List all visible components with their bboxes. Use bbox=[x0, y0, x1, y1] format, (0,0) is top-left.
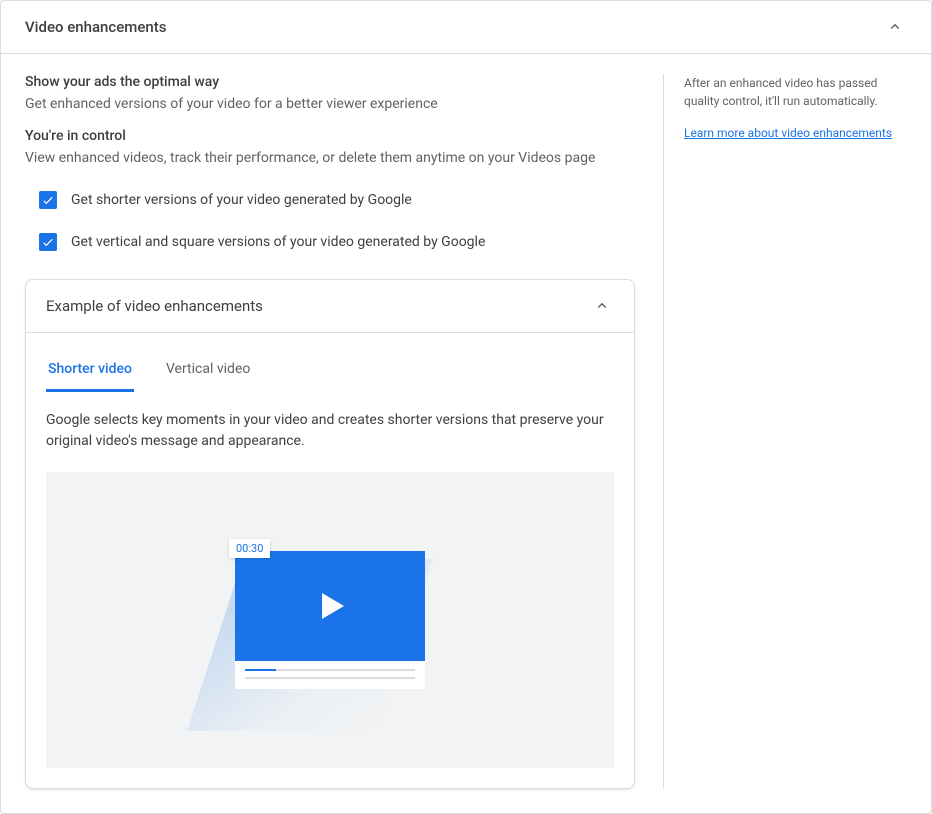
checkbox-row-vertical: Get vertical and square versions of your… bbox=[39, 233, 643, 251]
intro-block-optimal: Show your ads the optimal way Get enhanc… bbox=[25, 74, 643, 114]
intro-block-control: You're in control View enhanced videos, … bbox=[25, 128, 643, 168]
example-card: Example of video enhancements Shorter vi… bbox=[25, 279, 635, 789]
video-timestamp: 00:30 bbox=[229, 539, 270, 558]
video-thumbnail bbox=[235, 551, 425, 661]
checkbox-label-shorter: Get shorter versions of your video gener… bbox=[71, 192, 412, 208]
side-text: After an enhanced video has passed quali… bbox=[684, 74, 907, 110]
example-body: Google selects key moments in your video… bbox=[26, 392, 634, 788]
progress-fill bbox=[245, 669, 276, 671]
main-column: Show your ads the optimal way Get enhanc… bbox=[25, 74, 643, 789]
intro-desc-optimal: Get enhanced versions of your video for … bbox=[25, 94, 643, 114]
example-header: Example of video enhancements bbox=[26, 280, 634, 333]
example-title: Example of video enhancements bbox=[46, 297, 263, 315]
collapse-icon[interactable] bbox=[883, 15, 907, 39]
card-header: Video enhancements bbox=[1, 1, 931, 54]
checkbox-row-shorter: Get shorter versions of your video gener… bbox=[39, 191, 643, 209]
checkbox-vertical[interactable] bbox=[39, 233, 57, 251]
video-enhancements-card: Video enhancements Show your ads the opt… bbox=[0, 0, 932, 814]
example-tabs: Shorter video Vertical video bbox=[26, 349, 634, 392]
card-title: Video enhancements bbox=[25, 18, 166, 36]
example-collapse-icon[interactable] bbox=[590, 294, 614, 318]
play-icon bbox=[322, 593, 344, 619]
learn-more-link[interactable]: Learn more about video enhancements bbox=[684, 124, 892, 142]
checkbox-label-vertical: Get vertical and square versions of your… bbox=[71, 234, 485, 250]
video-preview-card: 00:30 bbox=[235, 551, 425, 689]
intro-heading-control: You're in control bbox=[25, 128, 643, 144]
intro-section: Show your ads the optimal way Get enhanc… bbox=[25, 74, 643, 169]
intro-desc-control: View enhanced videos, track their perfor… bbox=[25, 148, 643, 168]
example-illustration: 00:30 bbox=[46, 472, 614, 768]
text-line bbox=[245, 677, 415, 679]
video-footer bbox=[235, 661, 425, 689]
intro-heading-optimal: Show your ads the optimal way bbox=[25, 74, 643, 90]
tab-vertical-video[interactable]: Vertical video bbox=[164, 349, 252, 392]
checkbox-shorter[interactable] bbox=[39, 191, 57, 209]
tab-shorter-video[interactable]: Shorter video bbox=[46, 349, 134, 392]
side-column: After an enhanced video has passed quali… bbox=[663, 74, 907, 789]
card-body: Show your ads the optimal way Get enhanc… bbox=[1, 54, 931, 813]
progress-track bbox=[245, 669, 415, 671]
example-description: Google selects key moments in your video… bbox=[46, 410, 614, 452]
